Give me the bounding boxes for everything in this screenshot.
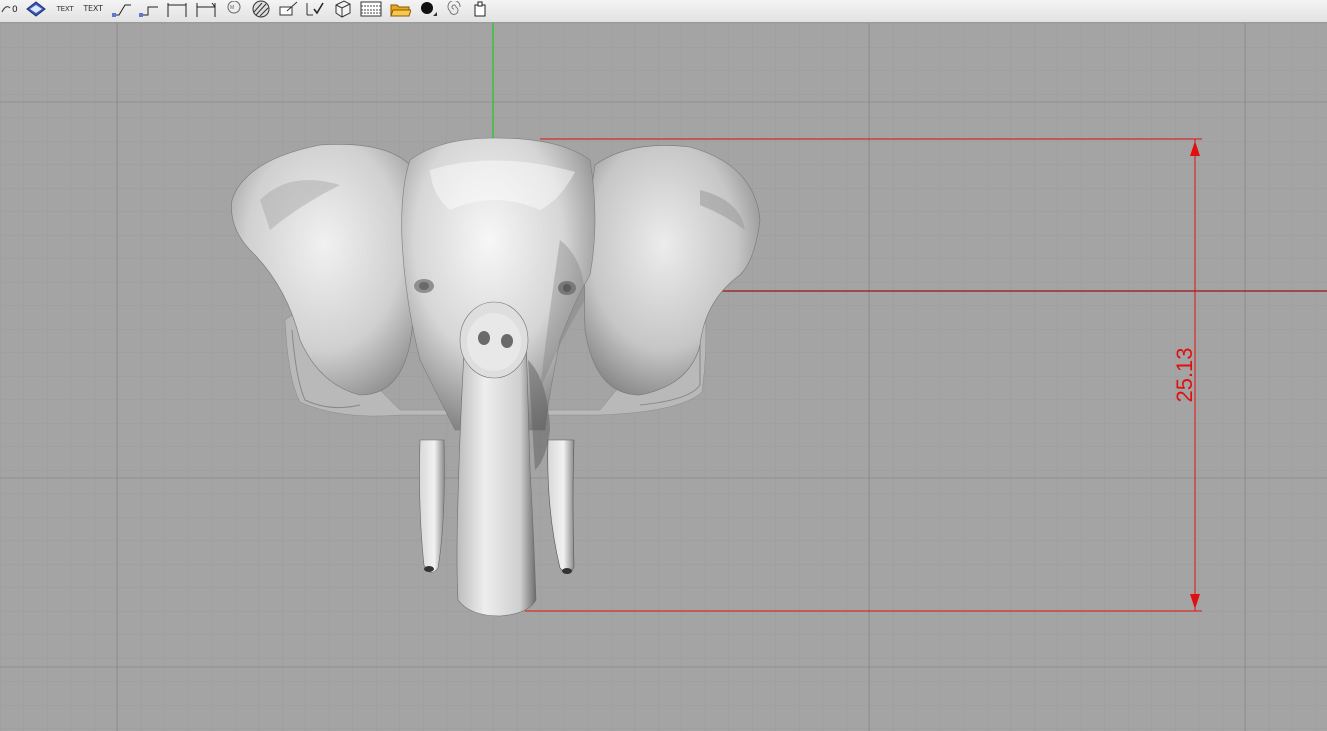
stamp-icon[interactable]: M [222, 0, 246, 17]
linear-dimension-icon[interactable] [164, 0, 190, 17]
viewport-canvas[interactable]: 25.13 [0, 23, 1327, 731]
leader-curve-icon[interactable] [137, 0, 161, 17]
spiral-icon[interactable] [442, 0, 466, 17]
aligned-dimension-icon[interactable] [193, 0, 219, 17]
dimension-zero-label: 0 [12, 5, 18, 15]
svg-text:M: M [230, 5, 234, 11]
box-icon[interactable] [330, 0, 354, 18]
text-small-tool[interactable]: TEXT [52, 0, 78, 17]
front-viewport[interactable]: 25.13 [0, 23, 1327, 731]
sphere-icon[interactable] [416, 0, 440, 17]
check-icon[interactable] [303, 0, 327, 17]
dimension-zero-icon-glyph: 0 [1, 5, 18, 15]
diamond-icon[interactable] [25, 0, 47, 17]
hatch-icon[interactable] [249, 0, 273, 17]
dimension-zero-icon[interactable]: 0 [0, 0, 22, 17]
folder-icon[interactable] [388, 0, 412, 17]
clipboard-icon[interactable] [470, 0, 490, 17]
grid-icon[interactable] [358, 0, 384, 17]
dimension-value-label: 25.13 [1172, 347, 1197, 402]
toolbar: 0 TEXT TEXT M [0, 0, 1327, 23]
pick-icon[interactable] [276, 0, 300, 17]
leader-icon[interactable] [110, 0, 134, 17]
text-tool[interactable]: TEXT [80, 0, 106, 17]
